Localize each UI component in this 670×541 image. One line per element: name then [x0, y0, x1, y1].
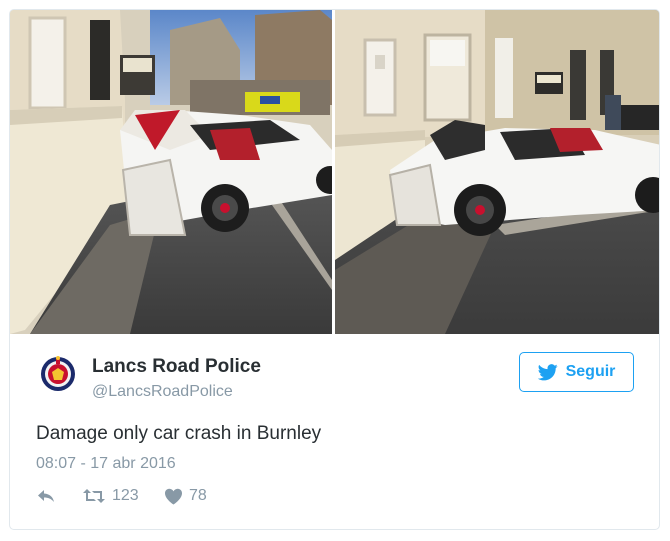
retweet-icon [83, 489, 105, 503]
police-badge-icon[interactable] [38, 354, 78, 394]
retweet-count: 123 [112, 487, 139, 504]
tweet-text: Damage only car crash in Burnley [36, 423, 322, 444]
like-count: 78 [189, 487, 207, 504]
like-button[interactable]: 78 [164, 487, 207, 505]
author-handle[interactable]: @LancsRoadPolice [92, 383, 233, 401]
crash-photo-left[interactable] [10, 10, 332, 334]
author-name[interactable]: Lancs Road Police [92, 356, 261, 378]
crash-photo-right[interactable] [335, 10, 659, 334]
reply-button[interactable] [36, 487, 56, 505]
retweet-button[interactable]: 123 [82, 487, 139, 505]
follow-button[interactable]: Seguir [519, 352, 634, 392]
heart-icon [165, 488, 182, 504]
tweet-actions: 123 78 [36, 487, 336, 511]
tweet-media [10, 10, 659, 334]
follow-label: Seguir [565, 363, 616, 380]
reply-icon [38, 490, 54, 502]
tweet-card: Lancs Road Police @LancsRoadPolice Segui… [9, 9, 660, 530]
twitter-bird-icon [537, 363, 558, 380]
tweet-timestamp[interactable]: 08:07 - 17 abr 2016 [36, 455, 176, 473]
